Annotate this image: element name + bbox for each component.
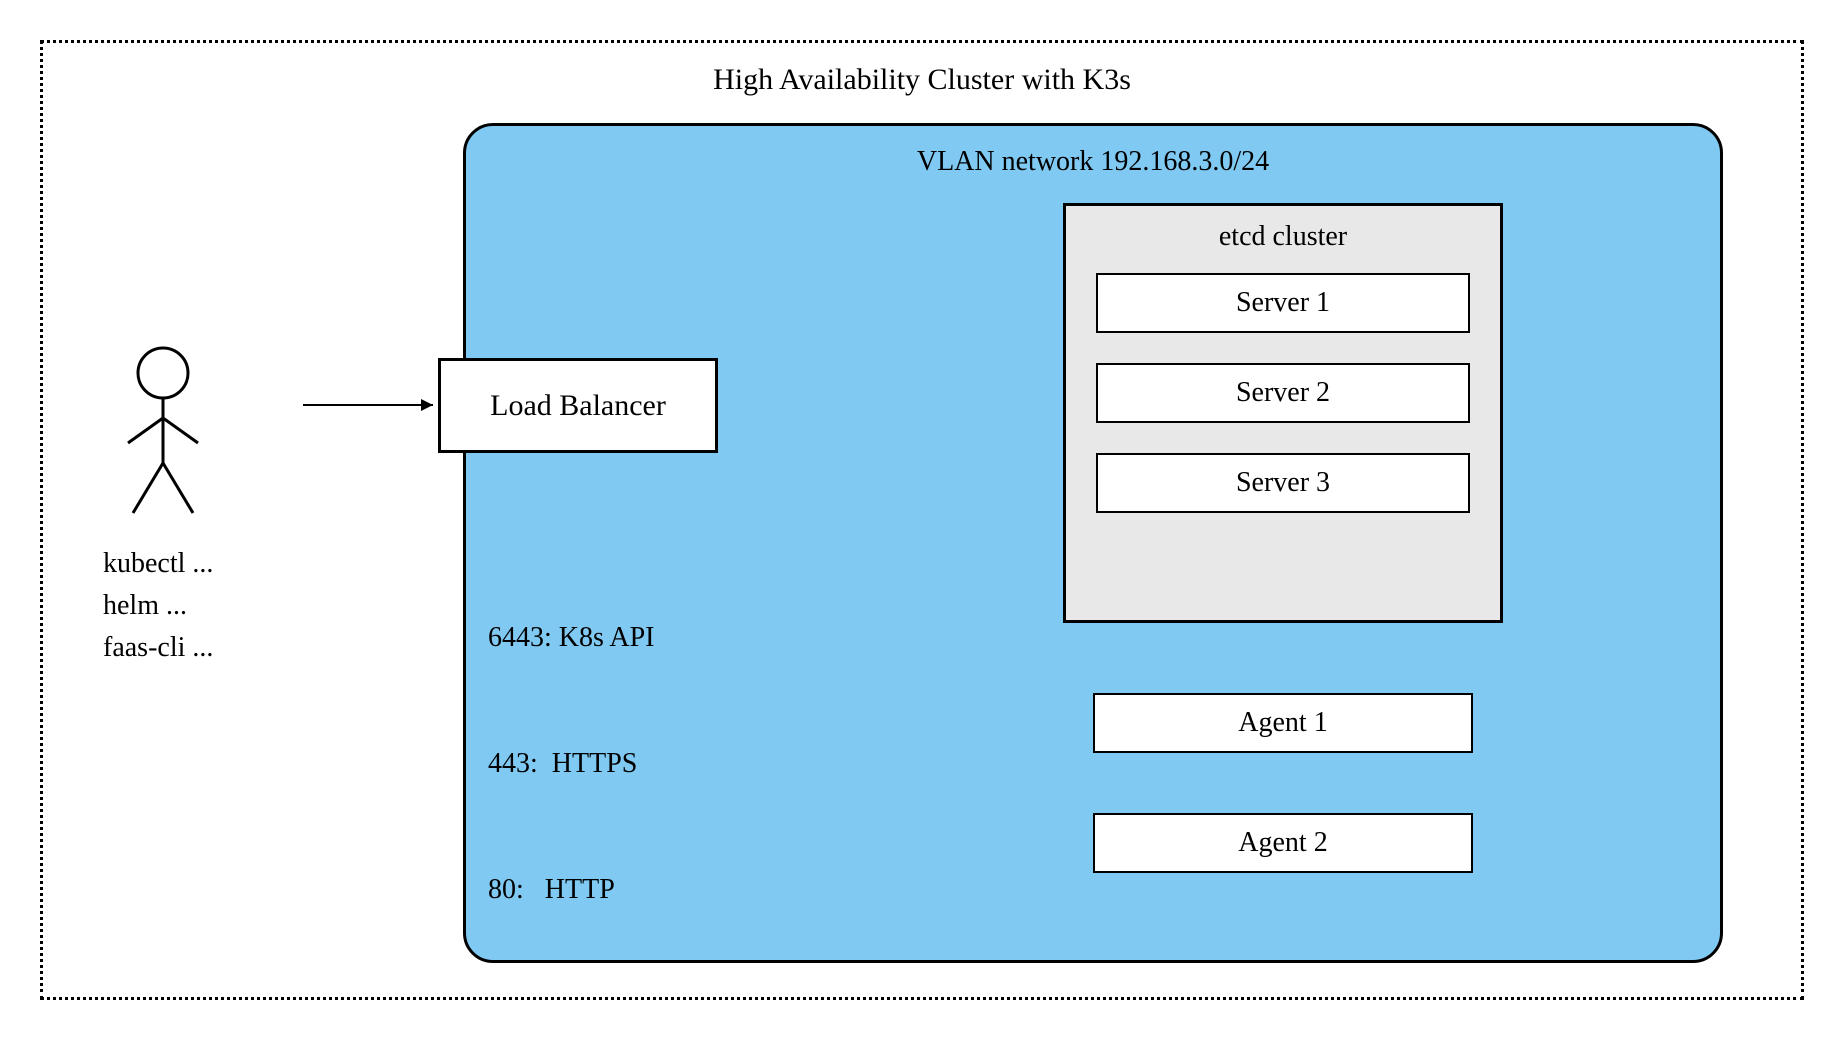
command-faas-cli: faas-cli ... — [103, 627, 213, 669]
port-https: 443: HTTPS — [488, 743, 654, 785]
port-k8s-api: 6443: K8s API — [488, 617, 654, 659]
user-section — [103, 343, 223, 528]
command-helm: helm ... — [103, 585, 213, 627]
command-kubectl: kubectl ... — [103, 543, 213, 585]
ports-list: 6443: K8s API 443: HTTPS 80: HTTP — [488, 533, 654, 995]
port-http: 80: HTTP — [488, 869, 654, 911]
diagram-title: High Availability Cluster with K3s — [63, 63, 1781, 97]
server-3-box: Server 3 — [1096, 453, 1470, 513]
server-2-box: Server 2 — [1096, 363, 1470, 423]
load-balancer-label: Load Balancer — [490, 389, 666, 423]
user-commands: kubectl ... helm ... faas-cli ... — [103, 543, 213, 669]
server-1-box: Server 1 — [1096, 273, 1470, 333]
etcd-cluster-box: etcd cluster Server 1 Server 2 Server 3 — [1063, 203, 1503, 623]
agent-1-box: Agent 1 — [1093, 693, 1473, 753]
etcd-cluster-title: etcd cluster — [1096, 221, 1470, 253]
load-balancer-box: Load Balancer — [438, 358, 718, 453]
vlan-title: VLAN network 192.168.3.0/24 — [466, 146, 1720, 178]
outer-container: High Availability Cluster with K3s kubec… — [40, 40, 1804, 1000]
user-icon — [103, 343, 223, 523]
agent-2-box: Agent 2 — [1093, 813, 1473, 873]
